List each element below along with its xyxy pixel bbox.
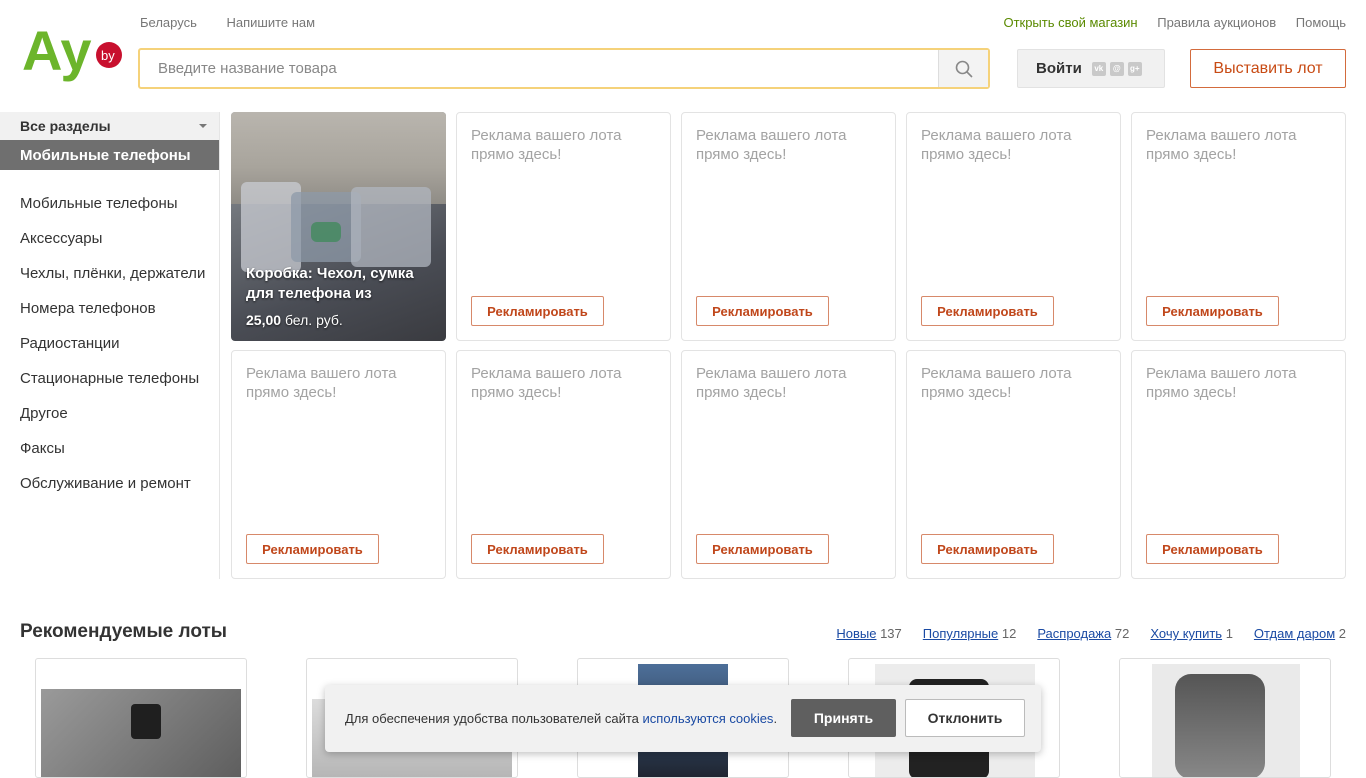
ad-slot-card: Реклама вашего лота прямо здесь! Реклами… — [1131, 112, 1346, 341]
login-button[interactable]: Войти vk @ g+ — [1017, 49, 1165, 88]
sell-lot-button[interactable]: Выставить лот — [1190, 49, 1346, 88]
svg-text:by: by — [101, 48, 115, 63]
image-detail — [131, 704, 161, 739]
site-logo[interactable]: Ay by — [22, 18, 126, 82]
cookie-policy-link[interactable]: используются cookies — [643, 711, 774, 726]
sidebar-item-accessories[interactable]: Аксессуары — [0, 221, 219, 256]
all-sections-label: Все разделы — [20, 118, 111, 134]
advertise-button[interactable]: Рекламировать — [696, 534, 829, 564]
advertise-button[interactable]: Рекламировать — [471, 534, 604, 564]
caret-down-icon — [199, 124, 207, 128]
filter-free: Отдам даром 2 — [1253, 626, 1346, 641]
recommended-title: Рекомендуемые лоты — [20, 621, 228, 642]
login-label: Войти — [1036, 60, 1082, 77]
sidebar-item-phone-numbers[interactable]: Номера телефонов — [0, 291, 219, 326]
sidebar-item-landline[interactable]: Стационарные телефоны — [0, 361, 219, 396]
sidebar-item-service[interactable]: Обслуживание и ремонт — [0, 466, 219, 501]
filter-want-buy: Хочу купить 1 — [1150, 626, 1233, 641]
google-plus-icon[interactable]: g+ — [1127, 61, 1142, 76]
contact-link[interactable]: Напишите нам — [226, 15, 315, 30]
header: Ay by Беларусь Напишите нам Открыть свой… — [0, 0, 1366, 110]
filter-sale: Распродажа 72 — [1037, 626, 1130, 641]
help-link[interactable]: Помощь — [1296, 15, 1346, 30]
search-button[interactable] — [938, 50, 988, 87]
advertise-button[interactable]: Рекламировать — [921, 534, 1054, 564]
ad-slot-text: Реклама вашего лота прямо здесь! — [1146, 365, 1297, 401]
ad-slot-text: Реклама вашего лота прямо здесь! — [246, 365, 397, 401]
ad-slot-card: Реклама вашего лота прямо здесь! Реклами… — [1131, 350, 1346, 579]
cookie-banner: Для обеспечения удобства пользователей с… — [325, 685, 1041, 752]
ad-slot-text: Реклама вашего лота прямо здесь! — [471, 127, 622, 163]
advertise-button[interactable]: Рекламировать — [696, 296, 829, 326]
ad-slot-card: Реклама вашего лота прямо здесь! Реклами… — [681, 112, 896, 341]
ad-slot-card: Реклама вашего лота прямо здесь! Реклами… — [231, 350, 446, 579]
active-category[interactable]: Мобильные телефоны — [0, 140, 219, 170]
featured-lot-card[interactable]: Коробка: Чехол, сумка для телефона из 25… — [231, 112, 446, 341]
advertise-button[interactable]: Рекламировать — [1146, 534, 1279, 564]
auction-rules-link[interactable]: Правила аукционов — [1157, 15, 1276, 30]
advertise-button[interactable]: Рекламировать — [921, 296, 1054, 326]
image-detail — [1175, 674, 1265, 777]
sidebar-item-radio[interactable]: Радиостанции — [0, 326, 219, 361]
decline-cookies-button[interactable]: Отклонить — [905, 699, 1025, 737]
top-links-left: Беларусь Напишите нам — [140, 15, 341, 30]
recommended-lot-card[interactable] — [35, 658, 247, 778]
all-sections-dropdown[interactable]: Все разделы — [0, 112, 219, 140]
ad-slot-text: Реклама вашего лота прямо здесь! — [921, 127, 1072, 163]
featured-lot-price: 25,00 бел. руб. — [246, 312, 343, 328]
advertise-button[interactable]: Рекламировать — [246, 534, 379, 564]
category-list: Мобильные телефоны Аксессуары Чехлы, плё… — [0, 186, 219, 501]
recommended-lot-card[interactable] — [1119, 658, 1331, 778]
ad-slot-card: Реклама вашего лота прямо здесь! Реклами… — [906, 112, 1121, 341]
cookie-text: Для обеспечения удобства пользователей с… — [345, 711, 778, 726]
advertise-button[interactable]: Рекламировать — [471, 296, 604, 326]
top-links-right: Открыть свой магазин Правила аукционов П… — [987, 15, 1346, 30]
sidebar-item-fax[interactable]: Факсы — [0, 431, 219, 466]
ad-slot-text: Реклама вашего лота прямо здесь! — [921, 365, 1072, 401]
image-detail — [311, 222, 341, 242]
advertise-button[interactable]: Рекламировать — [1146, 296, 1279, 326]
open-shop-link[interactable]: Открыть свой магазин — [1003, 15, 1137, 30]
ad-slot-card: Реклама вашего лота прямо здесь! Реклами… — [906, 350, 1121, 579]
featured-lot-title: Коробка: Чехол, сумка для телефона из — [246, 265, 414, 302]
filter-popular: Популярные 12 — [922, 626, 1017, 641]
ad-slot-text: Реклама вашего лота прямо здесь! — [1146, 127, 1297, 163]
recommended-filters: Новые 137 Популярные 12 Распродажа 72 Хо… — [815, 626, 1346, 641]
accept-cookies-button[interactable]: Принять — [791, 699, 896, 737]
mailru-icon[interactable]: @ — [1109, 61, 1124, 76]
category-sidebar: Все разделы Мобильные телефоны Мобильные… — [0, 112, 220, 579]
ad-slot-card: Реклама вашего лота прямо здесь! Реклами… — [456, 350, 671, 579]
search-bar — [138, 48, 990, 89]
sidebar-item-mobile-phones[interactable]: Мобильные телефоны — [0, 186, 219, 221]
ad-slot-text: Реклама вашего лота прямо здесь! — [471, 365, 622, 401]
ad-slot-text: Реклама вашего лота прямо здесь! — [696, 127, 847, 163]
sidebar-item-other[interactable]: Другое — [0, 396, 219, 431]
filter-new: Новые 137 — [836, 626, 902, 641]
ad-slot-card: Реклама вашего лота прямо здесь! Реклами… — [456, 112, 671, 341]
region-link[interactable]: Беларусь — [140, 15, 197, 30]
vk-icon[interactable]: vk — [1091, 61, 1106, 76]
ad-slot-card: Реклама вашего лота прямо здесь! Реклами… — [681, 350, 896, 579]
ad-slot-text: Реклама вашего лота прямо здесь! — [696, 365, 847, 401]
search-icon — [955, 60, 973, 78]
image-detail — [351, 187, 431, 267]
search-input[interactable] — [140, 50, 938, 87]
svg-text:Ay: Ay — [22, 19, 92, 82]
sidebar-item-cases[interactable]: Чехлы, плёнки, держатели — [0, 256, 219, 291]
